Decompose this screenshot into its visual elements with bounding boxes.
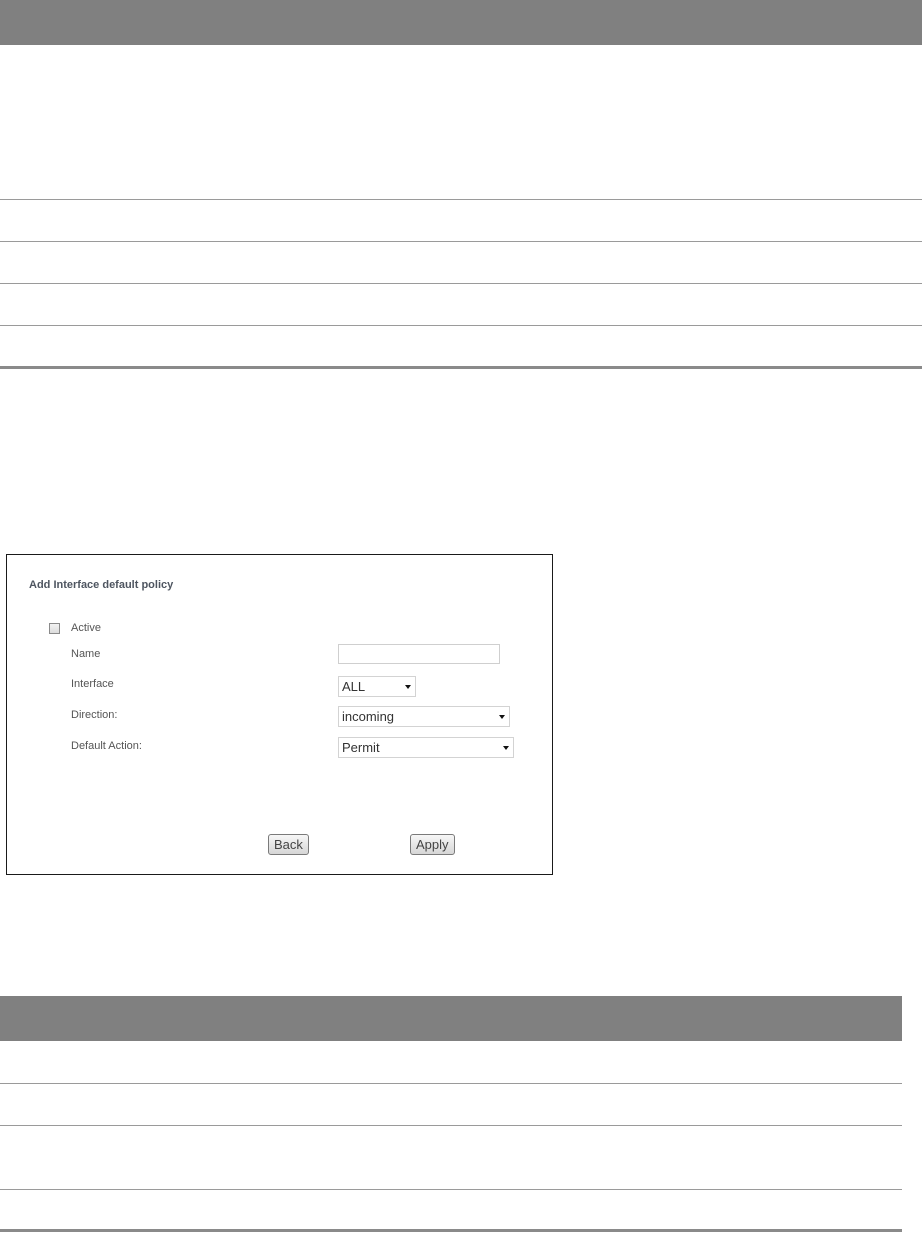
direction-select-value: incoming (342, 709, 395, 724)
interface-select-value: ALL (342, 679, 366, 694)
name-input[interactable] (338, 644, 500, 664)
active-label: Active (71, 622, 101, 634)
bottom-table-row-divider (0, 1189, 902, 1190)
name-label: Name (71, 648, 101, 660)
top-table-row-divider (0, 199, 922, 200)
chevron-down-icon (499, 715, 505, 719)
top-table-row-divider (0, 325, 922, 326)
direction-select[interactable]: incoming (338, 706, 510, 727)
bottom-table-header (0, 996, 902, 1041)
top-table-row-divider (0, 241, 922, 242)
apply-button[interactable]: Apply (410, 834, 455, 855)
interface-label: Interface (71, 678, 114, 690)
bottom-table-bottom-rule (0, 1229, 902, 1232)
panel-title: Add Interface default policy (29, 579, 174, 591)
default-action-label: Default Action: (71, 740, 142, 752)
chevron-down-icon (503, 746, 509, 750)
default-action-select-value: Permit (342, 740, 380, 755)
direction-label: Direction: (71, 709, 118, 721)
top-table-bottom-rule (0, 366, 922, 369)
add-interface-default-policy-panel: Add Interface default policy Active Name… (6, 554, 553, 875)
interface-select[interactable]: ALL (338, 676, 416, 697)
top-table-header (0, 0, 922, 45)
chevron-down-icon (405, 685, 411, 689)
active-checkbox[interactable] (49, 623, 60, 634)
top-table-row-divider (0, 283, 922, 284)
bottom-table-row-divider (0, 1083, 902, 1084)
back-button[interactable]: Back (268, 834, 309, 855)
default-action-select[interactable]: Permit (338, 737, 514, 758)
bottom-table-row-divider (0, 1125, 902, 1126)
